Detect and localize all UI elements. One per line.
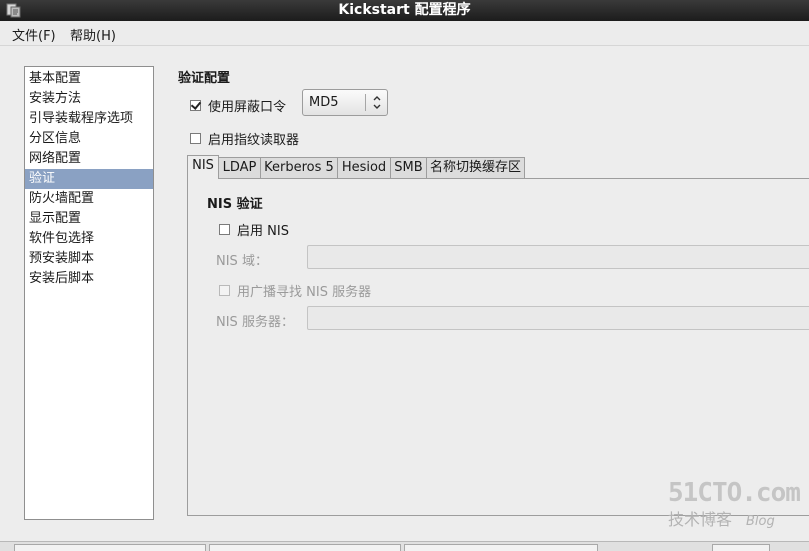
menu-bar: 文件(F) 帮助(H) xyxy=(0,21,809,46)
sidebar-item-authentication[interactable]: 验证 xyxy=(25,169,153,189)
broadcast-row[interactable]: 用广播寻找 NIS 服务器 xyxy=(219,281,371,300)
tab-ldap[interactable]: LDAP xyxy=(218,157,261,178)
sidebar-item-pre-script[interactable]: 预安装脚本 xyxy=(25,249,153,269)
fingerprint-row[interactable]: 启用指纹读取器 xyxy=(190,129,299,148)
sidebar-item-partition[interactable]: 分区信息 xyxy=(25,129,153,149)
sidebar-item-basic[interactable]: 基本配置 xyxy=(25,69,153,89)
hash-algorithm-combo[interactable]: MD5 xyxy=(302,89,388,116)
tab-smb[interactable]: SMB xyxy=(390,157,427,178)
sidebar-item-display[interactable]: 显示配置 xyxy=(25,209,153,229)
fingerprint-checkbox[interactable] xyxy=(190,133,201,144)
enable-nis-row[interactable]: 启用 NIS xyxy=(219,220,289,239)
tab-kerberos[interactable]: Kerberos 5 xyxy=(260,157,338,178)
app-icon xyxy=(6,3,21,18)
hash-algorithm-value: MD5 xyxy=(309,95,339,110)
spin-arrows-icon xyxy=(373,96,381,109)
sidebar-item-bootloader[interactable]: 引导装载程序选项 xyxy=(25,109,153,129)
enable-nis-checkbox[interactable] xyxy=(219,224,230,235)
sidebar-item-packages[interactable]: 软件包选择 xyxy=(25,229,153,249)
window-title: Kickstart 配置程序 xyxy=(338,2,471,18)
shadow-password-row[interactable]: 使用屏蔽口令 xyxy=(190,96,286,115)
tab-nis[interactable]: NIS xyxy=(187,155,219,179)
watermark: 51CTO.com 技术博客 Blog xyxy=(668,478,801,530)
sidebar-item-post-script[interactable]: 安装后脚本 xyxy=(25,269,153,289)
watermark-blog: Blog xyxy=(746,514,775,529)
tab-hesiod[interactable]: Hesiod xyxy=(337,157,391,178)
nis-heading: NIS 验证 xyxy=(207,197,263,212)
nis-domain-input[interactable] xyxy=(307,245,809,269)
nis-server-label: NIS 服务器： xyxy=(216,315,294,330)
menu-file[interactable]: 文件(F) xyxy=(12,25,56,44)
nis-server-input[interactable] xyxy=(307,306,809,330)
sidebar-item-firewall[interactable]: 防火墙配置 xyxy=(25,189,153,209)
combo-separator xyxy=(365,94,366,111)
sidebar-item-network[interactable]: 网络配置 xyxy=(25,149,153,169)
broadcast-checkbox[interactable] xyxy=(219,285,230,296)
section-title: 验证配置 xyxy=(178,71,231,86)
shadow-password-checkbox[interactable] xyxy=(190,100,201,111)
watermark-sub-text: 技术博客 xyxy=(668,510,733,529)
sidebar-item-install-method[interactable]: 安装方法 xyxy=(25,89,153,109)
broadcast-label: 用广播寻找 NIS 服务器 xyxy=(237,285,372,300)
nis-domain-label: NIS 域： xyxy=(216,254,268,269)
sidebar-list: 基本配置 安装方法 引导装载程序选项 分区信息 网络配置 验证 防火墙配置 显示… xyxy=(24,66,154,520)
menu-help[interactable]: 帮助(H) xyxy=(70,25,116,44)
watermark-logo: 51CTO.com xyxy=(668,478,801,508)
enable-nis-label: 启用 NIS xyxy=(237,224,289,239)
tab-name-cache[interactable]: 名称切换缓存区 xyxy=(426,157,525,178)
title-bar: Kickstart 配置程序 xyxy=(0,0,809,21)
watermark-sub: 技术博客 Blog xyxy=(668,506,800,530)
shadow-password-label: 使用屏蔽口令 xyxy=(208,100,287,115)
fingerprint-label: 启用指纹读取器 xyxy=(208,133,300,148)
